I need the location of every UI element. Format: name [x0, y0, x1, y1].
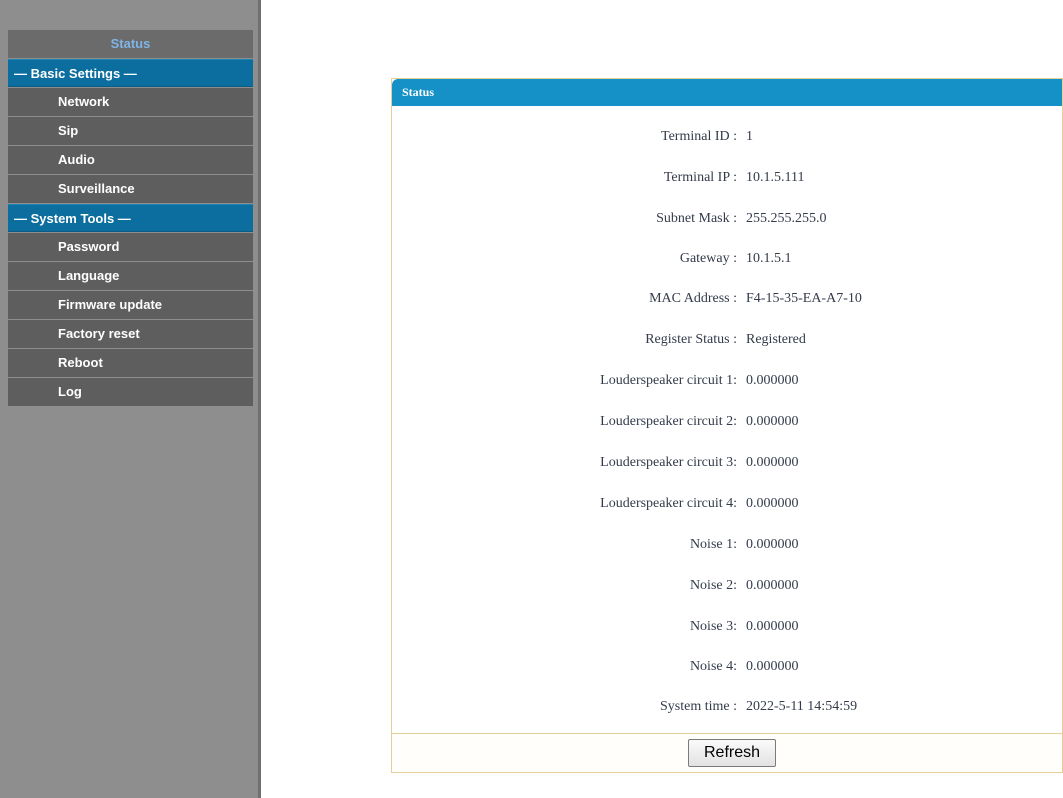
field-value: 255.255.255.0 [746, 211, 827, 226]
field-row-louderspeaker-3: Louderspeaker circuit 3: 0.000000 [392, 455, 1062, 477]
field-label: Gateway : [679, 251, 737, 266]
field-row-noise-1: Noise 1: 0.000000 [392, 537, 1062, 559]
sidebar-item-network[interactable]: Network [8, 88, 253, 116]
field-value: 0.000000 [746, 537, 799, 552]
field-value: 10.1.5.1 [746, 251, 792, 266]
field-label: MAC Address : [649, 291, 737, 306]
panel-title: Status [392, 79, 1062, 106]
field-label: Noise 2: [689, 578, 737, 593]
field-label: Louderspeaker circuit 1: [600, 373, 737, 388]
status-panel: Status Terminal ID : 1 Terminal IP : 10.… [391, 78, 1063, 773]
field-row-subnet-mask: Subnet Mask : 255.255.255.0 [392, 211, 1062, 233]
field-row-louderspeaker-1: Louderspeaker circuit 1: 0.000000 [392, 373, 1062, 395]
field-row-louderspeaker-4: Louderspeaker circuit 4: 0.000000 [392, 496, 1062, 518]
sidebar-item-status[interactable]: Status [8, 30, 253, 58]
field-row-system-time: System time : 2022-5-11 14:54:59 [392, 699, 1062, 721]
panel-footer: Refresh [392, 733, 1062, 772]
sidebar-item-language[interactable]: Language [8, 262, 253, 290]
field-row-terminal-id: Terminal ID : 1 [392, 129, 1062, 151]
sidebar-item-surveillance[interactable]: Surveillance [8, 175, 253, 203]
field-label: Noise 3: [689, 619, 737, 634]
sidebar-section-basic-settings: — Basic Settings — [8, 59, 253, 87]
field-label: Terminal ID : [661, 129, 737, 144]
sidebar-item-firmware-update[interactable]: Firmware update [8, 291, 253, 319]
field-value: F4-15-35-EA-A7-10 [746, 291, 862, 306]
field-value: 0.000000 [746, 414, 799, 429]
sidebar-item-password[interactable]: Password [8, 233, 253, 261]
field-label: Terminal IP : [663, 170, 737, 185]
sidebar-item-sip[interactable]: Sip [8, 117, 253, 145]
field-value: 0.000000 [746, 373, 799, 388]
field-value: 10.1.5.111 [746, 170, 805, 185]
field-row-louderspeaker-2: Louderspeaker circuit 2: 0.000000 [392, 414, 1062, 436]
field-row-noise-3: Noise 3: 0.000000 [392, 619, 1062, 641]
field-label: Louderspeaker circuit 2: [600, 414, 737, 429]
sidebar-item-factory-reset[interactable]: Factory reset [8, 320, 253, 348]
field-value: 0.000000 [746, 619, 799, 634]
field-row-noise-4: Noise 4: 0.000000 [392, 659, 1062, 681]
sidebar-item-reboot[interactable]: Reboot [8, 349, 253, 377]
field-value: 1 [746, 129, 753, 144]
sidebar-item-log[interactable]: Log [8, 378, 253, 406]
field-value: 0.000000 [746, 578, 799, 593]
field-value: 0.000000 [746, 659, 799, 674]
field-label: System time : [660, 699, 737, 714]
field-value: 2022-5-11 14:54:59 [746, 699, 858, 714]
field-value: 0.000000 [746, 455, 799, 470]
sidebar-divider [258, 0, 261, 798]
field-label: Subnet Mask : [656, 211, 737, 226]
field-row-gateway: Gateway : 10.1.5.1 [392, 251, 1062, 273]
sidebar-item-audio[interactable]: Audio [8, 146, 253, 174]
sidebar-menu: Status — Basic Settings — Network Sip Au… [8, 30, 253, 407]
field-label: Noise 1: [689, 537, 737, 552]
field-label: Louderspeaker circuit 3: [600, 455, 737, 470]
field-label: Louderspeaker circuit 4: [600, 496, 737, 511]
field-value: 0.000000 [746, 496, 799, 511]
field-value: Registered [746, 332, 806, 347]
field-label: Register Status : [645, 332, 737, 347]
field-row-register-status: Register Status : Registered [392, 332, 1062, 354]
refresh-button[interactable]: Refresh [688, 739, 776, 767]
sidebar-section-system-tools: — System Tools — [8, 204, 253, 232]
field-row-terminal-ip: Terminal IP : 10.1.5.111 [392, 170, 1062, 192]
sidebar: Status — Basic Settings — Network Sip Au… [0, 0, 258, 798]
field-row-mac-address: MAC Address : F4-15-35-EA-A7-10 [392, 291, 1062, 313]
field-row-noise-2: Noise 2: 0.000000 [392, 578, 1062, 600]
field-label: Noise 4: [689, 659, 737, 674]
